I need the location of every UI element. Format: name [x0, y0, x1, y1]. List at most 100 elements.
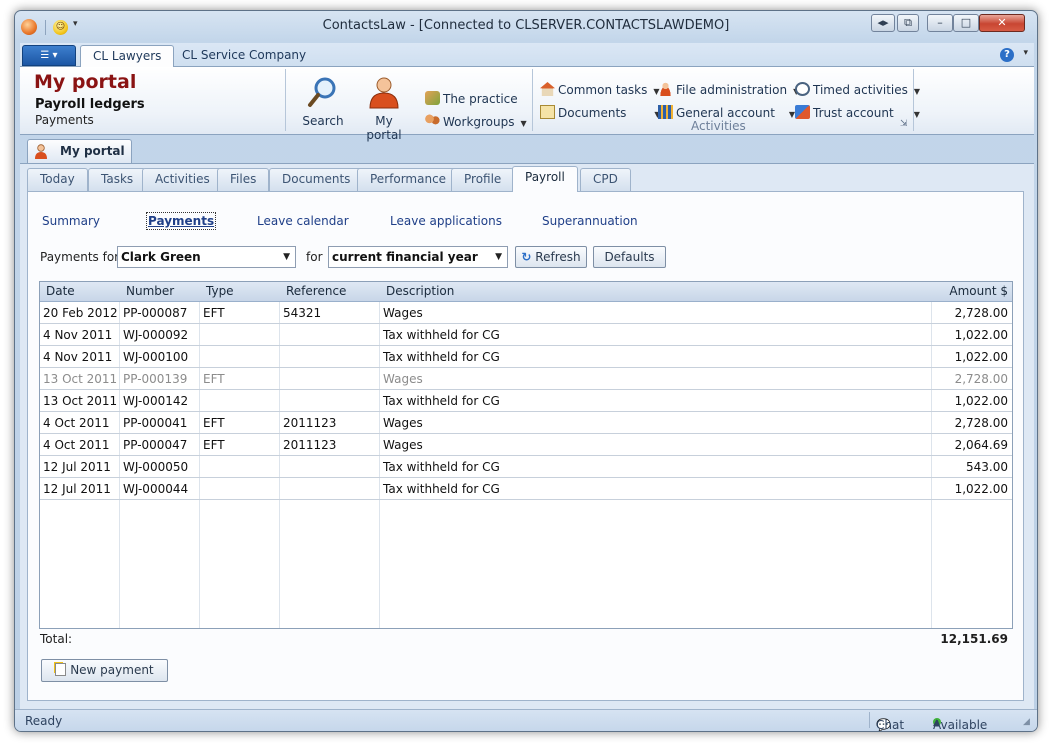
trust-account-label: Trust account	[813, 106, 894, 120]
help-icon[interactable]: ?	[1000, 48, 1014, 62]
presence-label: Available	[933, 718, 988, 732]
cell-reference: 2011123	[283, 438, 337, 452]
table-row[interactable]: 4 Nov 2011 WJ-000100 Tax withheld for CG 1,…	[40, 346, 1012, 368]
close-button[interactable]: ✕	[979, 14, 1025, 32]
table-row[interactable]: 4 Oct 2011 PP-000041 EFT 2011123 Wages 2,728.…	[40, 412, 1012, 434]
defaults-button[interactable]: Defaults	[593, 246, 666, 268]
tab-tasks[interactable]: Tasks	[88, 168, 147, 191]
column-header-number[interactable]: Number	[120, 282, 174, 302]
chevron-down-icon: ▼	[283, 252, 290, 262]
table-row[interactable]: 13 Oct 2011 WJ-000142 Tax withheld for CG 1…	[40, 390, 1012, 412]
refresh-label: Refresh	[535, 250, 581, 264]
trust-icon	[795, 105, 810, 119]
general-account-button[interactable]: General account ▼	[658, 105, 795, 120]
cell-amount: 543.00	[966, 460, 1008, 474]
workgroups-dropdown-icon[interactable]: ▼	[521, 119, 527, 128]
dialog-launcher-icon[interactable]: ⇲	[900, 119, 908, 129]
table-row[interactable]: 13 Oct 2011 PP-000139 EFT Wages 2,728.00	[40, 368, 1012, 390]
table-row[interactable]: 4 Nov 2011 WJ-000092 Tax withheld for CG 1,…	[40, 324, 1012, 346]
file-administration-label: File administration	[676, 83, 788, 97]
table-row[interactable]: 12 Jul 2011 WJ-000044 Tax withheld for CG 1…	[40, 478, 1012, 500]
cell-number: WJ-000092	[123, 328, 189, 342]
table-row[interactable]: 12 Jul 2011 WJ-000050 Tax withheld for CG 5…	[40, 456, 1012, 478]
portal-subtitle: Payroll ledgers	[35, 97, 145, 112]
employee-select[interactable]: Clark Green ▼	[117, 246, 296, 268]
timed-activities-button[interactable]: Timed activities ▼	[795, 82, 920, 97]
for-label: for	[306, 250, 323, 264]
cell-number: WJ-000142	[123, 394, 189, 408]
my-portal-button[interactable]: My portal	[356, 75, 412, 142]
nav-arrows-icon[interactable]: ◂▸	[871, 14, 895, 32]
new-payment-label: New payment	[70, 663, 154, 677]
column-header-reference[interactable]: Reference	[280, 282, 346, 302]
column-header-description[interactable]: Description	[380, 282, 454, 302]
payments-for-label: Payments for	[40, 250, 120, 264]
subnav-leave-calendar[interactable]: Leave calendar	[257, 214, 349, 228]
search-label: Search	[302, 114, 344, 128]
refresh-button[interactable]: ↻ Refresh	[515, 246, 587, 268]
workgroups-button[interactable]: Workgroups ▼	[425, 114, 527, 129]
documents-button[interactable]: Documents▼	[540, 105, 661, 120]
tab-payroll[interactable]: Payroll	[512, 166, 578, 192]
cell-amount: 2,728.00	[954, 372, 1008, 386]
app-window: ☺ ▾ ContactsLaw - [Connected to CLSERVER…	[14, 10, 1038, 732]
search-button[interactable]: Search	[298, 75, 348, 128]
column-header-amount[interactable]: Amount $	[932, 282, 1010, 302]
cell-amount: 1,022.00	[954, 350, 1008, 364]
subnav-superannuation[interactable]: Superannuation	[542, 214, 638, 228]
portal-subtitle-2: Payments	[35, 113, 94, 127]
trust-account-button[interactable]: Trust account ▼	[795, 105, 920, 120]
status-bar: Ready 💬 Chat Available ▲ ◢	[15, 709, 1037, 731]
file-administration-button[interactable]: File administration▼	[658, 82, 799, 97]
tab-cpd[interactable]: CPD	[580, 168, 631, 191]
tab-files[interactable]: Files	[217, 168, 270, 191]
common-tasks-button[interactable]: Common tasks ▼	[540, 82, 660, 97]
restore-window-icon[interactable]: ⧉	[897, 14, 919, 32]
period-select[interactable]: current financial year ▼	[328, 246, 508, 268]
table-row[interactable]: 4 Oct 2011 PP-000047 EFT 2011123 Wages 2,064.…	[40, 434, 1012, 456]
clock-icon	[795, 82, 810, 96]
workgroups-label: Workgroups	[443, 115, 515, 129]
general-account-label: General account	[676, 106, 775, 120]
cell-number: PP-000041	[123, 416, 188, 430]
cell-type: EFT	[203, 416, 225, 430]
tab-cl-lawyers[interactable]: CL Lawyers	[80, 45, 175, 67]
trust-account-dropdown-icon[interactable]: ▼	[914, 110, 920, 119]
ribbon-separator	[913, 69, 914, 131]
subnav-payments[interactable]: Payments	[145, 212, 217, 230]
documents-label: Documents	[558, 106, 627, 120]
tab-documents[interactable]: Documents	[269, 168, 364, 191]
help-dropdown-icon[interactable]: ▾	[1023, 48, 1028, 58]
tab-today[interactable]: Today	[27, 168, 88, 191]
maximize-button[interactable]: □	[953, 14, 979, 32]
cell-date: 4 Nov 2011	[43, 328, 113, 342]
subnav-leave-applications[interactable]: Leave applications	[390, 214, 502, 228]
table-row[interactable]: 20 Feb 2012 PP-000087 EFT 54321 Wages 2,728.0…	[40, 302, 1012, 324]
column-header-date[interactable]: Date	[40, 282, 75, 302]
the-practice-button[interactable]: The practice	[425, 91, 518, 106]
cell-number: WJ-000044	[123, 482, 189, 496]
tab-activities[interactable]: Activities	[142, 168, 223, 191]
cell-amount: 2,728.00	[954, 416, 1008, 430]
subnav-summary[interactable]: Summary	[42, 214, 100, 228]
ribbon-tab-bar: ☰ ▾ CL Lawyers CL Service Company ? ▾	[20, 43, 1034, 67]
cell-amount: 2,728.00	[954, 306, 1008, 320]
person-icon	[35, 144, 47, 159]
minimize-button[interactable]: –	[927, 14, 953, 32]
table-header: Date Number Type Reference Description A…	[40, 282, 1012, 302]
timed-activities-dropdown-icon[interactable]: ▼	[914, 87, 920, 96]
new-payment-button[interactable]: New payment	[41, 659, 168, 682]
application-menu-button[interactable]: ☰ ▾	[22, 45, 76, 66]
resize-grip-icon[interactable]: ◢	[1023, 717, 1030, 727]
ledger-icon	[658, 105, 673, 119]
ribbon: My portal Payroll ledgers Payments Searc…	[20, 67, 1034, 142]
activities-group-label: Activities	[691, 119, 746, 133]
tab-cl-service-company[interactable]: CL Service Company	[170, 45, 318, 67]
column-header-type[interactable]: Type	[200, 282, 234, 302]
doc-tab-my-portal[interactable]: My portal	[27, 139, 132, 163]
employee-value: Clark Green	[121, 250, 201, 264]
tab-performance[interactable]: Performance	[357, 168, 460, 191]
presence-dropdown-icon: ▲	[933, 718, 940, 728]
tab-profile[interactable]: Profile	[451, 168, 515, 191]
cell-date: 4 Oct 2011	[43, 416, 110, 430]
